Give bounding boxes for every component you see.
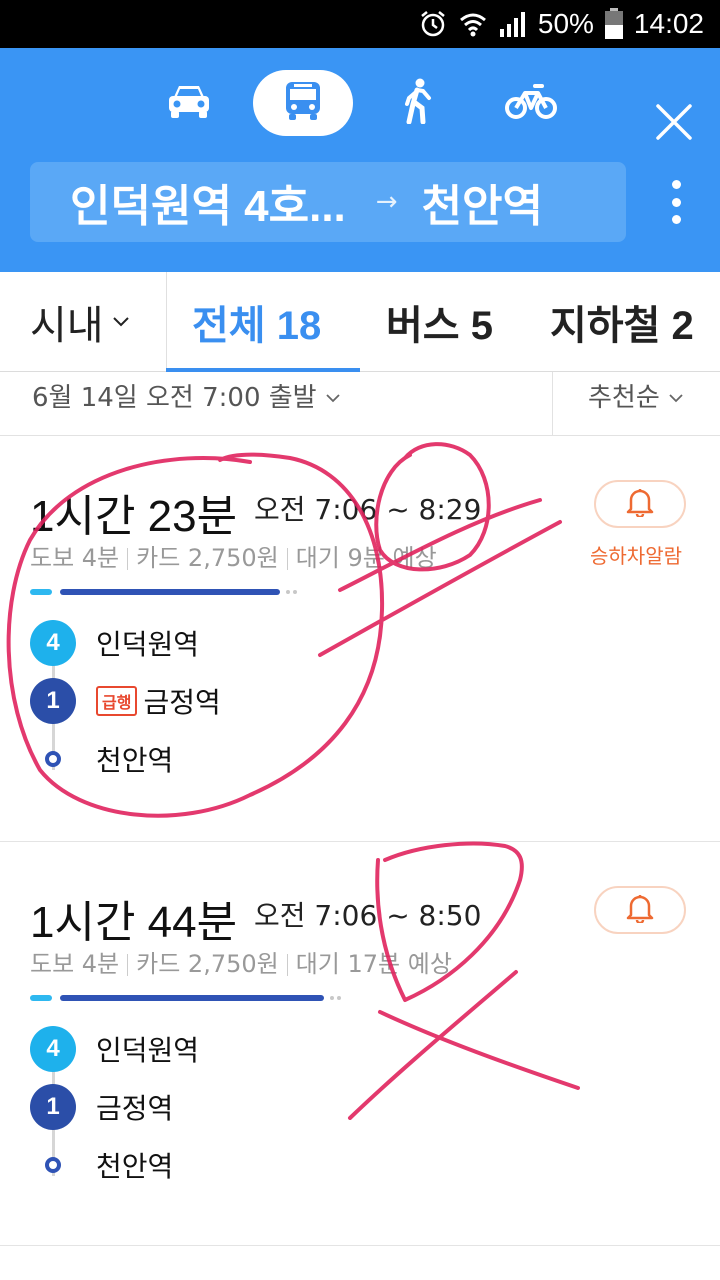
walk-mode-button[interactable]: [396, 70, 440, 136]
bell-icon: [626, 893, 654, 927]
stop-name: 인덕원역: [96, 628, 200, 661]
walk-time: 도보 4분: [30, 544, 120, 572]
list-item: 천안역: [30, 1142, 173, 1188]
tab-bus[interactable]: 버스 5: [386, 272, 493, 372]
walk-segment: [30, 995, 52, 1001]
walk-segment: [30, 589, 52, 595]
route-time-range: 오전 7:06 ~ 8:29: [254, 493, 482, 526]
divider: [166, 272, 167, 372]
subway-line-badge: 1: [30, 678, 76, 724]
route-card[interactable]: 1시간 23분 오전 7:06 ~ 8:29 도보 4분 카드 2,750원 대기 …: [0, 436, 720, 842]
stop-name: 천안역: [96, 1150, 174, 1183]
battery-icon: [604, 8, 624, 40]
route-destination: 천안역: [421, 182, 544, 231]
bus-icon: [284, 80, 322, 126]
route-card[interactable]: 1시간 44분 오전 7:06 ~ 8:50 도보 4분 카드 2,750원 대기 …: [0, 842, 720, 1246]
route-duration: 1시간 44분: [30, 898, 238, 947]
wifi-icon: [458, 9, 488, 39]
route-progress-bar: [30, 995, 341, 1001]
clock: 14:02: [633, 8, 704, 39]
departure-time-selector[interactable]: 6월 14일 오전 7:00 출발: [32, 372, 341, 418]
list-item: 4 인덕원역: [30, 1026, 199, 1072]
alarm-button[interactable]: [594, 886, 686, 934]
filter-tabs: 시내 전체 18 버스 5 지하철 2: [0, 272, 720, 372]
tab-subway[interactable]: 지하철 2: [550, 272, 694, 372]
divider: [552, 372, 553, 436]
alarm-button[interactable]: [594, 480, 686, 528]
bell-icon: [626, 487, 654, 521]
list-item: 천안역: [30, 736, 173, 782]
ride-segment: [60, 995, 324, 1001]
area-dropdown[interactable]: 시내: [30, 272, 130, 372]
destination-marker-icon: [30, 736, 76, 782]
fare: 카드 2,750원: [136, 544, 279, 572]
more-dot: [671, 215, 681, 224]
route-time-range: 오전 7:06 ~ 8:50: [254, 899, 482, 932]
chevron-down-icon: [112, 311, 130, 334]
route-progress-bar: [30, 589, 297, 595]
departure-label: 6월 14일 오전 7:00 출발: [32, 382, 317, 413]
divider: [127, 548, 129, 570]
sort-label: 추천순: [588, 382, 660, 413]
fare: 카드 2,750원: [136, 950, 279, 978]
options-row: 6월 14일 오전 7:00 출발 추천순: [0, 372, 720, 436]
walk-end-dots: [330, 996, 346, 1000]
route-summary-field[interactable]: 인덕원역 4호... → 천안역: [30, 162, 626, 242]
route-duration: 1시간 23분: [30, 492, 238, 541]
route-meta: 도보 4분 카드 2,750원 대기 17분 예상: [30, 944, 452, 979]
stop-name: 천안역: [96, 744, 174, 777]
alarm-label[interactable]: 승하차알람: [590, 540, 682, 569]
stop-name: 인덕원역: [96, 1034, 200, 1067]
battery-percent: 50%: [537, 8, 594, 39]
stop-name: 금정역: [96, 1092, 174, 1125]
walk-icon: [401, 78, 435, 128]
car-mode-button[interactable]: [162, 70, 216, 136]
chevron-down-icon: [325, 380, 341, 410]
car-icon: [166, 81, 212, 125]
route-header: 인덕원역 4호... → 천안역: [0, 48, 720, 272]
divider: [286, 954, 288, 976]
stop-name: 금정역: [143, 686, 221, 719]
subway-line-badge: 1: [30, 1084, 76, 1130]
more-options-button[interactable]: [668, 180, 684, 224]
transport-mode-selector: [0, 70, 720, 140]
express-tag: 급행: [96, 686, 138, 716]
list-item: 1 금정역: [30, 1084, 173, 1130]
subway-line-badge: 4: [30, 1026, 76, 1072]
ride-segment: [60, 589, 280, 595]
walk-time: 도보 4분: [30, 950, 120, 978]
bike-icon: [505, 81, 557, 125]
divider: [127, 954, 129, 976]
signal-icon: [498, 9, 528, 39]
walk-end-dots: [286, 590, 302, 594]
route-meta: 도보 4분 카드 2,750원 대기 9분 예상: [30, 538, 437, 573]
transit-mode-button[interactable]: [253, 70, 353, 136]
route-arrow-icon: →: [375, 187, 398, 217]
wait-time: 대기 9분 예상: [295, 544, 437, 572]
tab-all[interactable]: 전체 18: [192, 272, 321, 372]
chevron-down-icon: [668, 380, 684, 410]
list-item: 4 인덕원역: [30, 620, 199, 666]
destination-marker-icon: [30, 1142, 76, 1188]
divider: [286, 548, 288, 570]
sort-selector[interactable]: 추천순: [588, 372, 684, 418]
area-label: 시내: [30, 304, 104, 348]
status-bar: 50% 14:02: [0, 0, 720, 48]
subway-line-badge: 4: [30, 620, 76, 666]
route-origin: 인덕원역 4호...: [70, 182, 346, 231]
list-item: 1 급행 금정역: [30, 678, 221, 724]
bike-mode-button[interactable]: [504, 70, 558, 136]
wait-time: 대기 17분 예상: [295, 950, 452, 978]
close-button[interactable]: [654, 102, 694, 142]
close-icon: [654, 104, 694, 146]
more-dot: [671, 197, 681, 207]
alarm-icon: [418, 9, 448, 39]
more-dot: [671, 180, 681, 189]
